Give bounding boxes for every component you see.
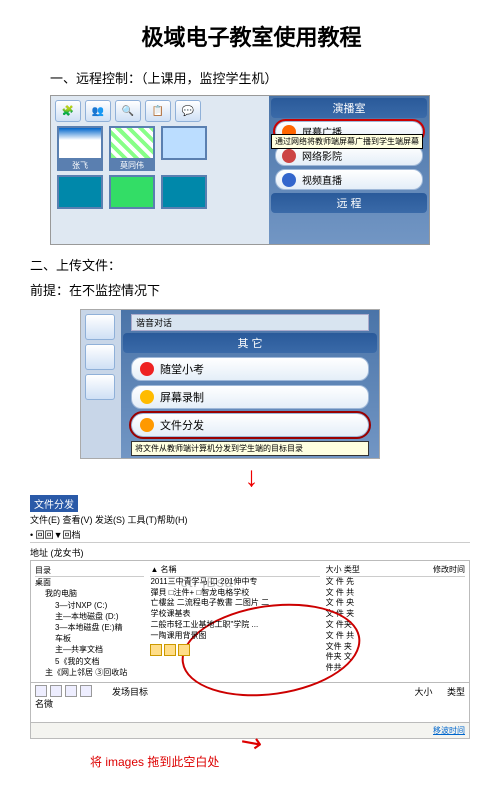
premise-text: 前提：在不监控情况下 [30, 280, 473, 299]
quiz-item[interactable]: 随堂小考 [131, 357, 369, 381]
toolbar-button[interactable] [85, 314, 115, 340]
address-value: (龙女书) [51, 548, 84, 558]
tooltip: 将文件从教师端计算机分发到学生端的目标目录 [131, 441, 369, 456]
toolbar-button[interactable]: 👥 [85, 100, 111, 122]
panel-header-remote: 远 程 [271, 193, 427, 213]
student-thumb[interactable]: 张飞 [57, 126, 103, 171]
panel-header-other: 其 它 [123, 333, 377, 353]
tree-header: 目录 [35, 565, 144, 577]
col-target: 发场目标 [112, 685, 148, 698]
screen-record-item[interactable]: 屏幕录制 [131, 385, 369, 409]
meta-row: 件夹 文 [326, 652, 465, 663]
meta-row: 件共 [326, 663, 465, 674]
camera-icon [282, 173, 296, 187]
file-distribute-item[interactable]: 文件分发 [131, 413, 369, 437]
col-name: 名稱 [160, 565, 176, 576]
toolbar-button[interactable]: 💬 [175, 100, 201, 122]
screenshot-file-distribute: 谐音对话 其 它 随堂小考 屏幕录制 文件分发 将文件从教师端计算机分发到学生端… [80, 309, 380, 459]
status-link: 移波时间 [433, 725, 465, 736]
tree-item[interactable]: 主—共享文档 [35, 644, 144, 655]
meta-row: 文 件夹 [326, 620, 465, 631]
col-size-type: 大小 类型 [326, 565, 360, 576]
section2-heading: 二、上传文件： [30, 255, 473, 274]
arrow-down-icon: ↓ [30, 461, 473, 493]
tree-item[interactable]: 主—本地磁盘 (D:) [35, 611, 144, 622]
tree-item[interactable]: 3—讨NXP (C:) [35, 600, 144, 611]
student-thumb[interactable] [109, 175, 155, 209]
list-item[interactable]: 二般市轻工业基地工职"学院 ... [150, 620, 319, 631]
meta-row: 文 件 央 [326, 598, 465, 609]
tree-item[interactable]: 我的电脑 [35, 588, 144, 599]
bottom-toolbar[interactable] [35, 685, 92, 697]
student-thumb[interactable] [161, 175, 207, 209]
toolbar-button[interactable]: 📋 [145, 100, 171, 122]
address-label: 地址 [30, 548, 48, 558]
panel-header-studio: 演播室 [271, 98, 427, 118]
section1-heading: 一、远程控制：（上课用，监控学生机） [50, 68, 473, 87]
file-meta: 大小 类型 修改时间 文 件 先文 件 共文 件 央文 件 夹文 件夹文 件 共… [326, 565, 465, 678]
tooltip: 通过网络将教师端屏幕广播到学生端屏幕 [271, 134, 423, 149]
dialog-title: 谐音对话 [131, 314, 369, 331]
file-list[interactable]: ctl jBsa ▲名稱 2011三中青学马 口 201伸中专彈貝 □注件+ □… [150, 565, 319, 678]
quiz-icon [140, 362, 154, 376]
meta-row: 文 件 先 [326, 577, 465, 588]
folder-icon [150, 644, 162, 656]
tree-item[interactable]: 5《我的文档 [35, 656, 144, 667]
meta-row: 文 件 夹 [326, 609, 465, 620]
window-title: 文件分发 [30, 495, 78, 512]
tree-item[interactable]: 桌面 [35, 577, 144, 588]
shot1-left-pane: 🧩 👥 🔍 📋 💬 张飞 莫同伟 [51, 96, 269, 244]
final-instruction: ↘ 将 images 拖到此空白处 [90, 753, 473, 770]
film-icon [282, 149, 296, 163]
bottom-pane: 名微 发场目标 大小 类型 [30, 683, 470, 723]
shot2-panel: 谐音对话 其 它 随堂小考 屏幕录制 文件分发 将文件从教师端计算机分发到学生端… [121, 310, 379, 458]
nav-toolbar[interactable]: • 回回▼回档 [30, 527, 470, 543]
toolbar-button[interactable]: 🧩 [55, 100, 81, 122]
list-item[interactable]: 彈貝 □注件+ □智龙电格学校 [150, 588, 319, 599]
toolbar-button[interactable] [85, 374, 115, 400]
meta-row: 文件 夹 [326, 642, 465, 653]
shot2-toolbar [81, 310, 121, 458]
record-icon [140, 390, 154, 404]
student-thumb[interactable] [57, 175, 103, 209]
screenshot-file-dialog: 文件分发 文件(E) 查看(V) 发送(S) 工具(T)帮助(H) • 回回▼回… [30, 495, 470, 739]
col-size: 大小 [414, 687, 432, 697]
col-name: 名微 [35, 697, 92, 710]
page-title: 极域电子教室使用教程 [30, 20, 473, 52]
tree-item[interactable]: 车板 [35, 633, 144, 644]
list-item[interactable]: 学校课基表 [150, 609, 319, 620]
file-icon [140, 418, 154, 432]
video-live-item[interactable]: 视频直播 [275, 169, 423, 190]
meta-row: 文 件 共 [326, 631, 465, 642]
list-item[interactable]: 2011三中青学马 口 201伸中专 [150, 577, 319, 588]
meta-row: 文 件 共 [326, 588, 465, 599]
toolbar-button[interactable]: 🔍 [115, 100, 141, 122]
list-item[interactable]: 亡樓盆 二流程电子教書 二图片 二 [150, 598, 319, 609]
shot1-right-panel: 演播室 屏幕广播 通过网络将教师端屏幕广播到学生端屏幕 网络影院 视频直播 远 … [269, 96, 429, 244]
tree-item[interactable]: 3—本地磁盘 (E:)精 [35, 622, 144, 633]
folder-icon [178, 644, 190, 656]
tree-item[interactable]: 主《网上邻居 ③回收站 [35, 667, 144, 678]
student-thumb[interactable]: 莫同伟 [109, 126, 155, 171]
screenshot-remote-control: 🧩 👥 🔍 📋 💬 张飞 莫同伟 [50, 95, 430, 245]
toolbar-button[interactable] [85, 344, 115, 370]
student-thumb[interactable] [161, 126, 207, 171]
col-time: 修改时间 [433, 565, 465, 576]
list-item[interactable]: 一陶课用背景图 [150, 631, 319, 642]
col-type: 类型 [447, 687, 465, 697]
folder-tree[interactable]: 目录 桌面我的电脑3—讨NXP (C:)主—本地磁盘 (D:)3—本地磁盘 (E… [35, 565, 144, 678]
menubar[interactable]: 文件(E) 查看(V) 发送(S) 工具(T)帮助(H) [30, 512, 470, 527]
folder-icon [164, 644, 176, 656]
